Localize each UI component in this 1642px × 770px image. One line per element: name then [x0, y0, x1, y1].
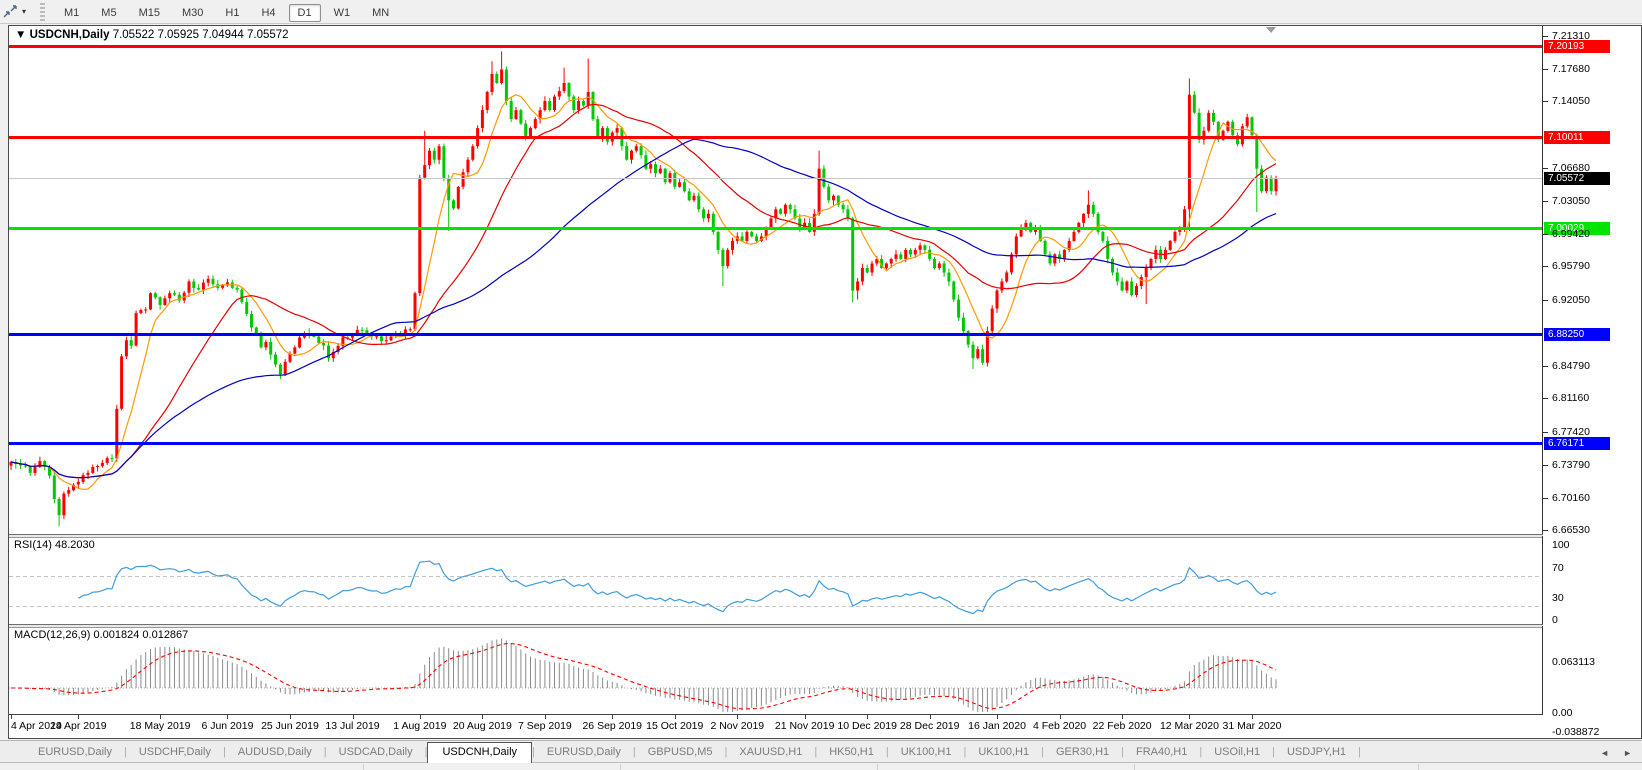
chart-tab-fra40-h1[interactable]: FRA40,H1 [1124, 743, 1199, 762]
macd-axis-tick: 0.00 [1552, 707, 1572, 719]
trading-terminal: ▾ M1M5 M15M30H1H4 D1W1MN ▼ USDCNH,Daily 7.… [0, 0, 1642, 770]
horizontal-level-line[interactable] [9, 333, 1542, 336]
timeframe-button-h1[interactable]: H1 [216, 4, 248, 22]
date-axis-label: 10 Dec 2019 [837, 720, 897, 732]
price-axis-tick: 6.92050 [1552, 294, 1590, 306]
rsi-pane[interactable]: RSI(14) 48.2030 [9, 536, 1543, 624]
rsi-axis-tick: 70 [1552, 562, 1564, 574]
tab-scroll-right-icon[interactable]: ► [1623, 748, 1632, 758]
date-axis-label: 25 Jun 2019 [261, 720, 319, 732]
horizontal-level-line[interactable] [9, 227, 1542, 230]
horizontal-level-line[interactable] [9, 442, 1542, 445]
price-axis-tick: 7.06680 [1552, 162, 1590, 174]
date-axis-label: 24 Apr 2019 [50, 720, 107, 732]
chart-symbol: USDCNH,Daily [30, 29, 110, 41]
date-axis-label: 15 Oct 2019 [646, 720, 703, 732]
date-axis-label: 28 Dec 2019 [900, 720, 960, 732]
chart-tab-hk50-h1[interactable]: HK50,H1 [817, 743, 886, 762]
timeframe-toolbar: ▾ M1M5 M15M30H1H4 D1W1MN [0, 0, 1642, 24]
timeframe-button-m5[interactable]: M5 [92, 4, 125, 22]
collapse-triangle-icon[interactable]: ▼ [15, 29, 26, 41]
horizontal-level-line[interactable] [9, 45, 1542, 48]
price-axis-tick: 6.70160 [1552, 492, 1590, 504]
current-price-line[interactable] [9, 178, 1542, 179]
date-axis-label: 22 Feb 2020 [1093, 720, 1152, 732]
price-level-label: 7.10011 [1544, 131, 1610, 144]
macd-pane[interactable]: MACD(12,26,9) 0.001824 0.012867 [9, 626, 1543, 714]
rsi-axis-tick: 30 [1552, 592, 1564, 604]
date-axis-label: 31 Mar 2020 [1222, 720, 1281, 732]
chart-tab-usdchf-daily[interactable]: USDCHF,Daily [127, 743, 223, 762]
chart-window: ▼ USDCNH,Daily 7.05522 7.05925 7.04944 7… [8, 25, 1642, 739]
price-level-label: 6.76171 [1544, 437, 1610, 450]
price-axis-tick: 6.77420 [1552, 426, 1590, 438]
macd-label: MACD(12,26,9) 0.001824 0.012867 [14, 629, 188, 641]
timeframe-button-h4[interactable]: H4 [252, 4, 284, 22]
chart-tab-eurusd-daily[interactable]: EURUSD,Daily [535, 743, 633, 762]
timeframe-button-m1[interactable]: M1 [55, 4, 88, 22]
chevron-down-icon[interactable]: ▾ [22, 7, 26, 16]
rsi-axis-tick: 0 [1552, 614, 1558, 626]
chart-tab-usdjpy-h1[interactable]: USDJPY,H1 [1275, 743, 1358, 762]
chart-tab-audusd-daily[interactable]: AUDUSD,Daily [226, 743, 324, 762]
date-axis-label: 7 Sep 2019 [518, 720, 572, 732]
date-axis-label: 2 Nov 2019 [710, 720, 764, 732]
chart-ohlc-quote: 7.05522 7.05925 7.04944 7.05572 [113, 29, 289, 41]
horizontal-level-line[interactable] [9, 136, 1542, 139]
chart-tab-uk100-h1[interactable]: UK100,H1 [966, 743, 1041, 762]
timeframe-button-m15[interactable]: M15 [130, 4, 169, 22]
price-axis-tick: 7.21310 [1552, 30, 1590, 42]
chart-header: ▼ USDCNH,Daily 7.05522 7.05925 7.04944 7… [15, 29, 289, 41]
macd-axis-tick: 0.063113 [1552, 656, 1595, 668]
chart-tab-gbpusd-m5[interactable]: GBPUSD,M5 [636, 743, 725, 762]
price-axis-tick: 6.84790 [1552, 360, 1590, 372]
timeframe-button-m30[interactable]: M30 [173, 4, 212, 22]
chart-tab-usdcnh-daily[interactable]: USDCNH,Daily [427, 742, 532, 763]
timeframe-button-w1[interactable]: W1 [325, 4, 360, 22]
rsi-axis-tick: 100 [1552, 539, 1570, 551]
chart-tab-xauusd-h1[interactable]: XAUUSD,H1 [727, 743, 814, 762]
time-axis[interactable]: 4 Apr 201924 Apr 201918 May 20196 Jun 20… [9, 714, 1641, 738]
date-axis-label: 4 Feb 2020 [1033, 720, 1086, 732]
chart-tab-usoil-h1[interactable]: USOil,H1 [1202, 743, 1272, 762]
date-axis-label: 18 May 2019 [130, 720, 191, 732]
price-axis-tick: 6.95790 [1552, 260, 1590, 272]
price-axis-tick: 7.03050 [1552, 195, 1590, 207]
timeframe-buttons: M1M5 M15M30H1H4 D1W1MN [53, 3, 400, 21]
date-axis-label: 1 Aug 2019 [393, 720, 446, 732]
timeframe-button-d1[interactable]: D1 [289, 4, 321, 22]
date-axis-label: 6 Jun 2019 [201, 720, 253, 732]
rsi-label: RSI(14) 48.2030 [14, 539, 95, 551]
date-axis-label: 20 Aug 2019 [453, 720, 512, 732]
date-axis-label: 21 Nov 2019 [775, 720, 835, 732]
date-axis-label: 12 Mar 2020 [1160, 720, 1219, 732]
tab-separator: | [1358, 746, 1361, 762]
price-axis-tick: 6.99420 [1552, 228, 1590, 240]
price-axis-tick: 6.73790 [1552, 459, 1590, 471]
price-axis[interactable]: 7.201937.100117.055727.000296.882506.761… [1543, 26, 1641, 737]
date-axis-label: 13 Jul 2019 [325, 720, 379, 732]
status-bar [0, 762, 1642, 770]
price-axis-tick: 6.81160 [1552, 392, 1589, 404]
price-level-label: 6.88250 [1544, 328, 1610, 341]
price-pane[interactable] [9, 26, 1543, 534]
date-axis-label: 26 Sep 2019 [582, 720, 642, 732]
chart-tab-ger30-h1[interactable]: GER30,H1 [1044, 743, 1121, 762]
chart-tab-usdcad-daily[interactable]: USDCAD,Daily [327, 743, 425, 762]
chart-shift-marker-icon[interactable] [1266, 27, 1276, 33]
timeframe-button-mn[interactable]: MN [363, 4, 398, 22]
chart-tab-uk100-h1[interactable]: UK100,H1 [889, 743, 964, 762]
price-axis-tick: 6.66530 [1552, 524, 1590, 536]
toolbar-grip [40, 3, 45, 21]
price-axis-tick: 7.17680 [1552, 63, 1590, 75]
date-axis-label: 16 Jan 2020 [968, 720, 1026, 732]
macd-axis-tick: -0.038872 [1552, 726, 1599, 738]
chart-tabbar: EURUSD,Daily|USDCHF,Daily|AUDUSD,Daily|U… [0, 740, 1642, 762]
chart-tab-eurusd-daily[interactable]: EURUSD,Daily [26, 743, 124, 762]
chart-style-icon[interactable] [2, 4, 18, 20]
tab-scroll-left-icon[interactable]: ◄ [1600, 748, 1609, 758]
price-axis-tick: 7.14050 [1552, 95, 1590, 107]
